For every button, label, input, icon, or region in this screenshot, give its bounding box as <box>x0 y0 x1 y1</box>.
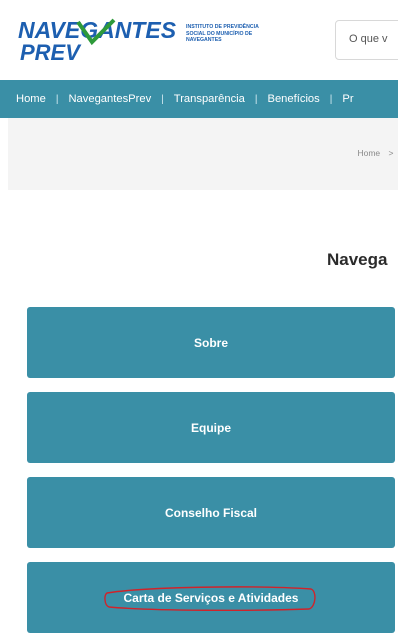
nav-item-truncated[interactable]: Pr <box>342 93 353 105</box>
red-annotation-outline <box>104 586 316 611</box>
breadcrumb-home[interactable]: Home <box>357 148 380 158</box>
site-header: NAVEGANTES PREV INSTITUTO DE PREVIDÊNCIA… <box>0 0 398 80</box>
main-nav: Home | NavegantesPrev | Transparência | … <box>0 80 398 118</box>
nav-separator: | <box>161 93 164 105</box>
navegantesprev-logo[interactable]: NAVEGANTES PREV <box>18 18 180 62</box>
logo-wordmark-prev: PREV <box>20 40 82 62</box>
breadcrumb-separator: > <box>388 148 394 158</box>
nav-item-home[interactable]: Home <box>16 93 46 105</box>
nav-item-beneficios[interactable]: Benefícios <box>268 93 320 105</box>
search-input[interactable]: O que v <box>335 20 398 60</box>
sobre-button[interactable]: Sobre <box>27 307 395 378</box>
nav-separator: | <box>55 93 59 105</box>
page-title: Navega <box>327 250 388 269</box>
conselho-fiscal-button[interactable]: Conselho Fiscal <box>27 477 395 548</box>
institute-name: INSTITUTO DE PREVIDÊNCIA SOCIAL DO MUNIC… <box>186 24 276 44</box>
breadcrumb-band: Home > N <box>8 118 398 190</box>
equipe-button[interactable]: Equipe <box>27 392 395 463</box>
nav-separator: | <box>254 93 258 105</box>
nav-item-transparencia[interactable]: Transparência <box>174 93 245 105</box>
nav-item-navegantesprev[interactable]: NavegantesPrev <box>68 93 151 105</box>
breadcrumb: Home > N <box>357 148 398 158</box>
institute-line: NAVEGANTES <box>186 37 222 43</box>
nav-separator: | <box>329 93 333 105</box>
search-placeholder: O que v <box>349 33 388 45</box>
